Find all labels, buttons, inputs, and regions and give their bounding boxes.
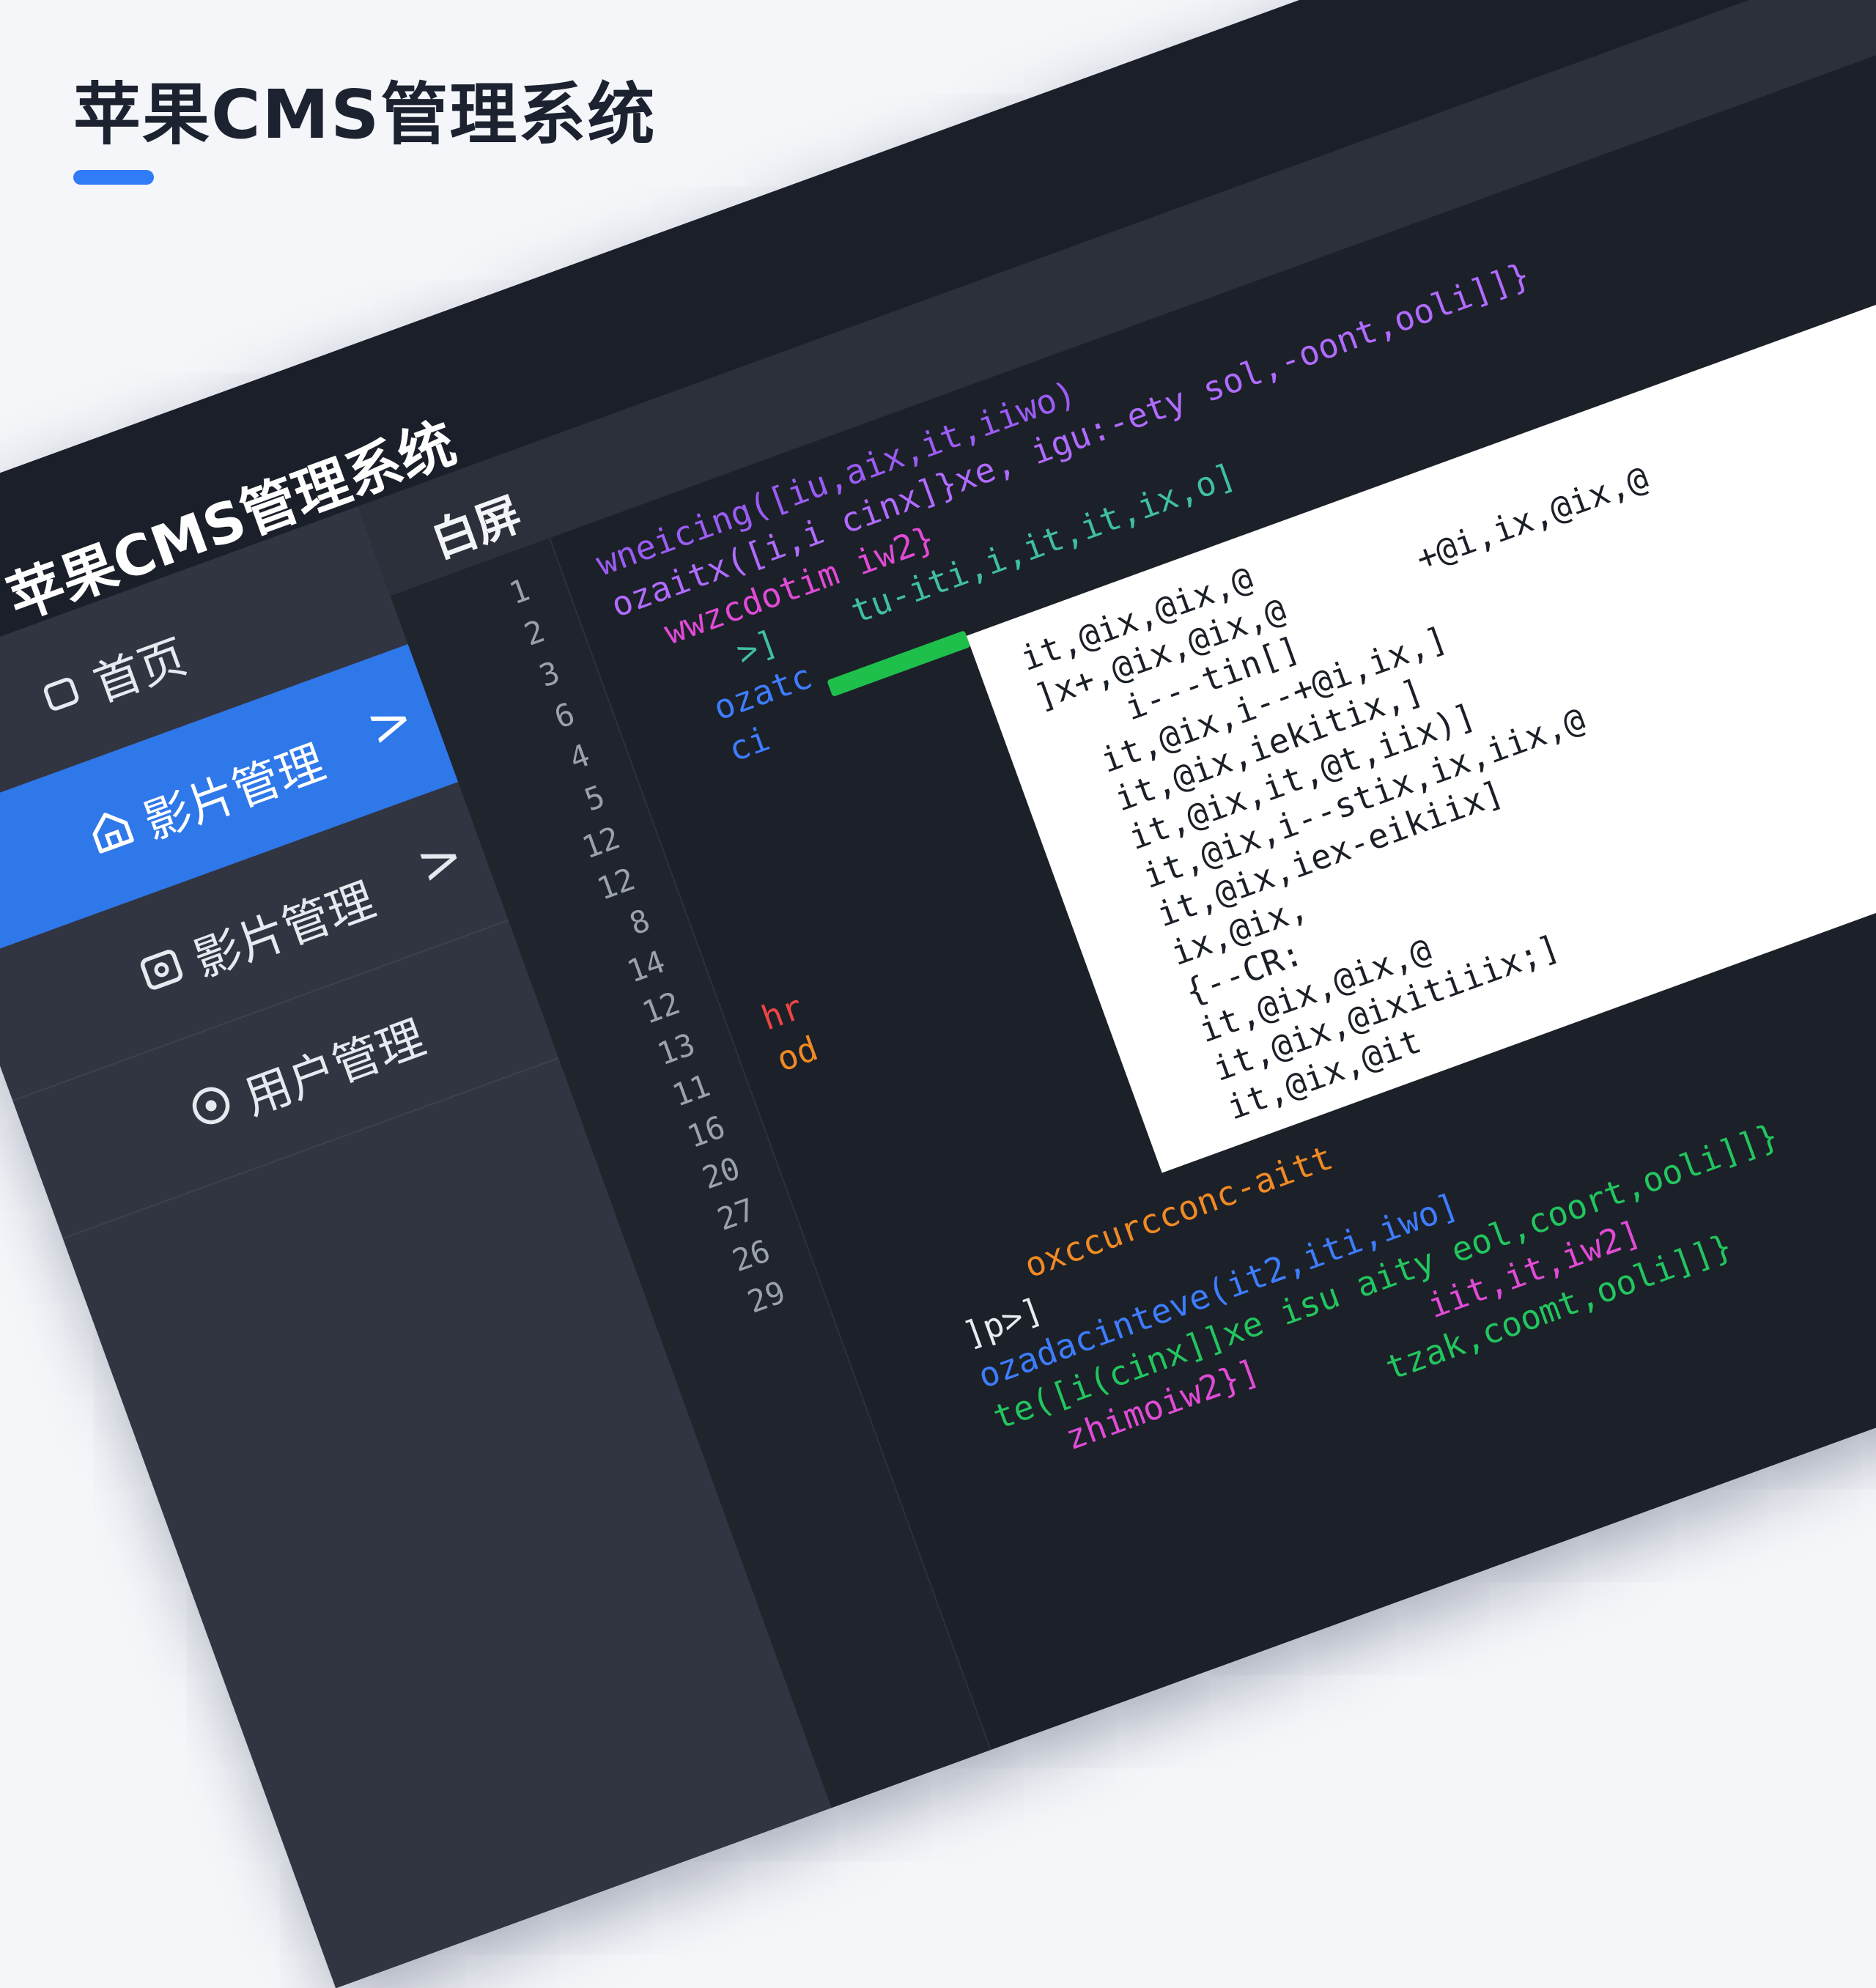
app-window: 苹果CMS管理系统 首页 影片管理 > 影片管理 > 用户管理 白屏 1 2 3… [0, 0, 1876, 1988]
chevron-right-icon: > [358, 686, 421, 759]
home-icon [32, 665, 89, 721]
code-line: hr [756, 986, 808, 1038]
sidebar-item-label: 首页 [86, 629, 194, 713]
box-icon [133, 940, 189, 997]
house-icon [83, 802, 139, 859]
highlight-bar [827, 630, 971, 698]
heading-accent-bar [73, 170, 154, 185]
sidebar-item-label: 影片管理 [137, 735, 332, 851]
sidebar-item-label: 用户管理 [237, 1010, 432, 1126]
sidebar-item-label: 影片管理 [187, 873, 383, 989]
code-line: od [771, 1028, 824, 1079]
page-heading: 苹果CMS管理系统 [73, 75, 657, 154]
target-icon [183, 1077, 240, 1134]
chevron-right-icon: > [408, 824, 472, 897]
